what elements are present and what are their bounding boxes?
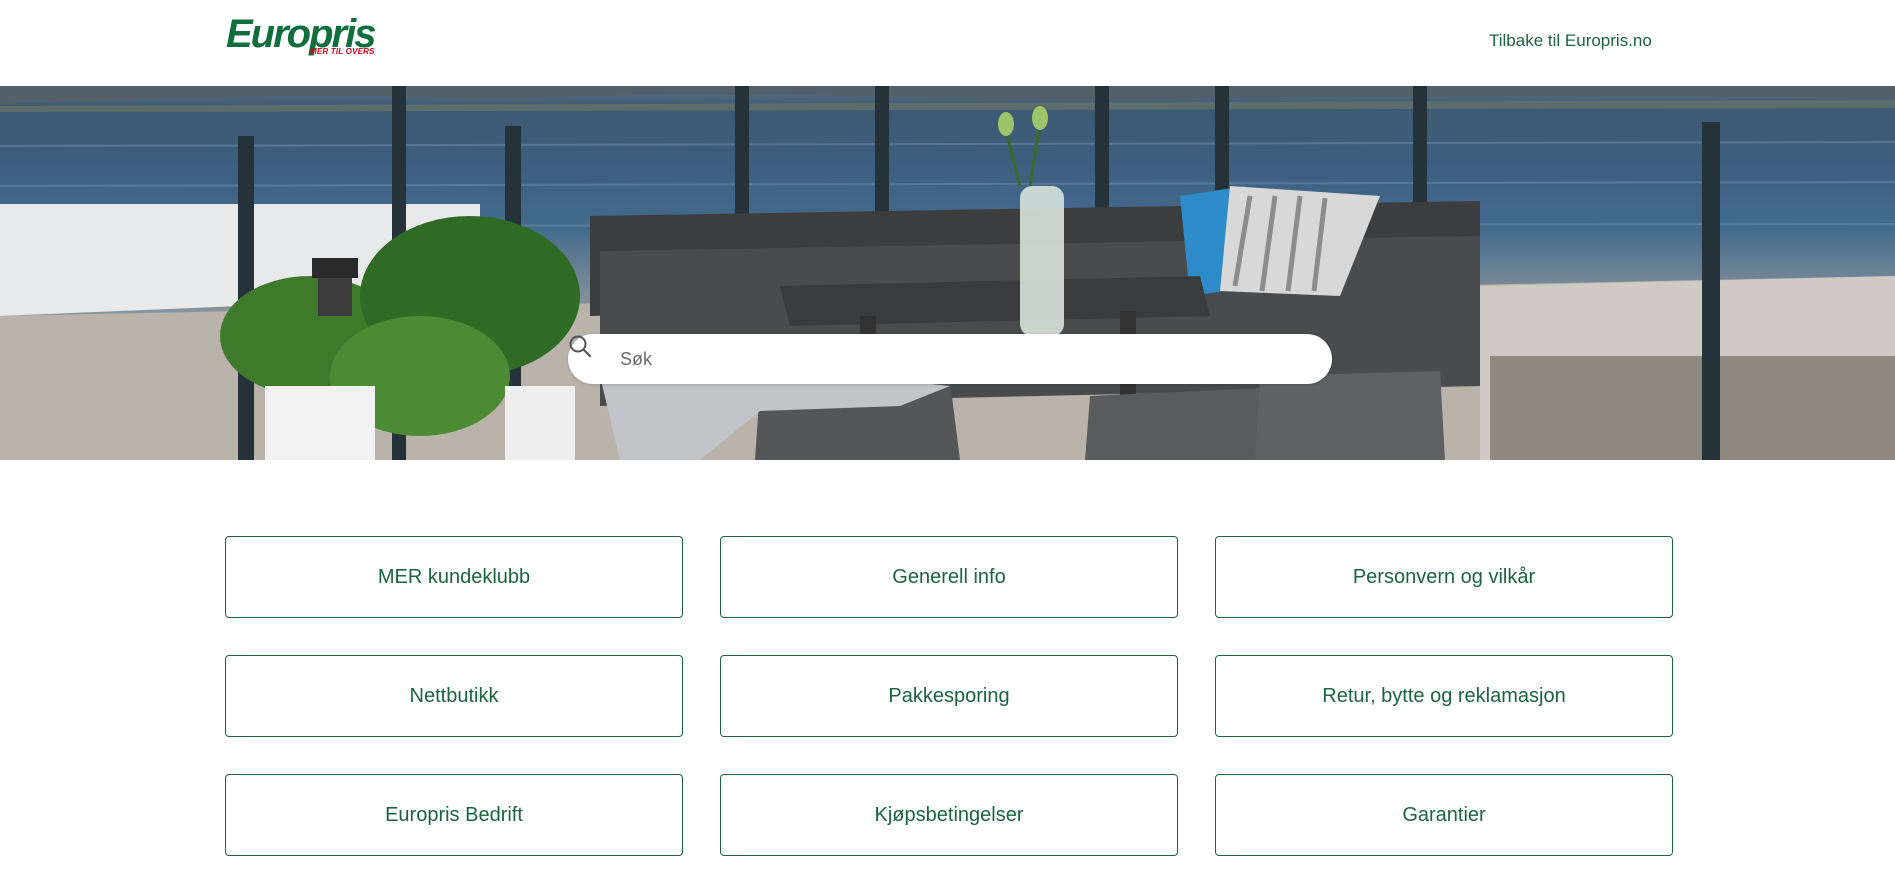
search-icon (569, 335, 592, 358)
category-card-kjopsbetingelser[interactable]: Kjøpsbetingelser (720, 774, 1178, 856)
category-label: Generell info (892, 565, 1006, 588)
category-card-personvern[interactable]: Personvern og vilkår (1215, 536, 1673, 618)
europris-logo[interactable]: Europris MER TIL OVERS (226, 14, 376, 60)
search-input[interactable] (618, 334, 1308, 384)
logo-tagline: MER TIL OVERS (310, 47, 375, 56)
category-card-garantier[interactable]: Garantier (1215, 774, 1673, 856)
site-header: Europris MER TIL OVERS Tilbake til Europ… (0, 0, 1895, 86)
category-label: Personvern og vilkår (1352, 565, 1536, 588)
category-label: Kjøpsbetingelser (874, 803, 1024, 826)
category-card-generell-info[interactable]: Generell info (720, 536, 1178, 618)
back-to-europris-link[interactable]: Tilbake til Europris.no (1489, 30, 1652, 52)
category-label: Garantier (1402, 803, 1486, 826)
category-card-europris-bedrift[interactable]: Europris Bedrift (225, 774, 683, 856)
category-label: MER kundeklubb (377, 565, 531, 588)
hero-banner (0, 86, 1895, 460)
category-card-retur[interactable]: Retur, bytte og reklamasjon (1215, 655, 1673, 737)
category-card-nettbutikk[interactable]: Nettbutikk (225, 655, 683, 737)
category-grid: MER kundeklubb Generell info Personvern … (225, 536, 1674, 856)
category-label: Nettbutikk (409, 684, 499, 707)
category-label: Europris Bedrift (385, 803, 523, 826)
category-card-mer-kundeklubb[interactable]: MER kundeklubb (225, 536, 683, 618)
hero-image (0, 86, 1895, 460)
category-label: Pakkesporing (888, 684, 1010, 707)
category-card-pakkesporing[interactable]: Pakkesporing (720, 655, 1178, 737)
category-label: Retur, bytte og reklamasjon (1322, 684, 1566, 707)
search-bar[interactable] (568, 334, 1332, 384)
